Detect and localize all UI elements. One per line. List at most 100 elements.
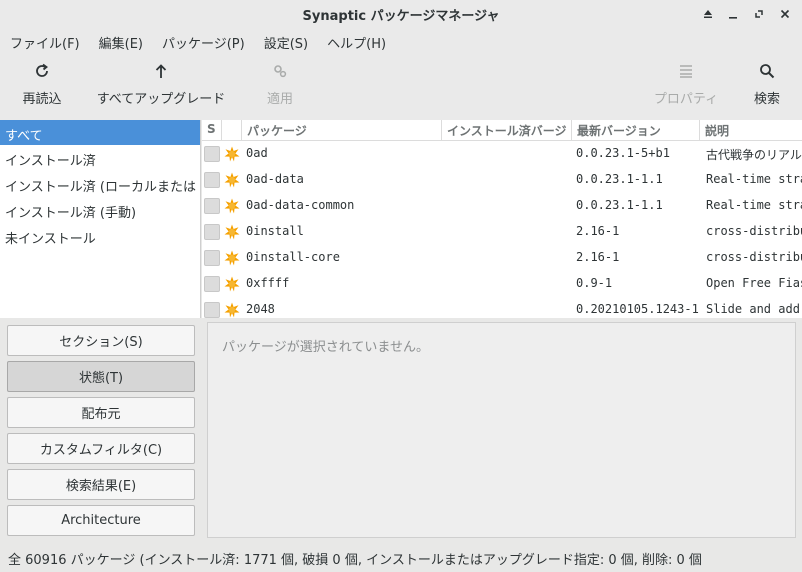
- filter-list: すべて インストール済 インストール済 (ローカルまたは インストール済 (手動…: [0, 120, 201, 318]
- menu-edit[interactable]: 編集(E): [89, 28, 152, 54]
- close-icon[interactable]: [774, 4, 796, 24]
- new-package-star-icon: [224, 198, 240, 214]
- properties-label: プロパティ: [653, 92, 719, 107]
- table-body: 0ad 0.0.23.1-5+b1 古代戦争のリアル 0ad-data 0.0.23.1…: [202, 141, 802, 318]
- installed-version: [446, 245, 572, 271]
- package-description: Open Free Fias: [706, 276, 802, 290]
- table-row[interactable]: 0ad-data 0.0.23.1-1.1 Real-time stra: [202, 167, 802, 193]
- installed-version: [446, 193, 572, 219]
- column-s[interactable]: S: [202, 120, 222, 141]
- search-icon: [748, 54, 786, 88]
- package-name: 0install: [246, 224, 304, 238]
- latest-version: 0.20210105.1243-1: [576, 302, 699, 316]
- table-row[interactable]: 0ad 0.0.23.1-5+b1 古代戦争のリアル: [202, 141, 802, 167]
- sections-button[interactable]: セクション(S): [7, 325, 195, 356]
- latest-version: 0.9-1: [576, 276, 613, 290]
- filter-all[interactable]: すべて: [0, 120, 200, 145]
- status-bar: 全 60916 パッケージ (インストール済: 1771 個, 破損 0 個, …: [8, 553, 702, 568]
- package-description: Real-time stra: [706, 198, 802, 212]
- table-row[interactable]: 0xffff 0.9-1 Open Free Fias: [202, 271, 802, 297]
- properties-button[interactable]: プロパティ: [650, 54, 722, 120]
- restore-icon[interactable]: [748, 4, 770, 24]
- package-description: 古代戦争のリアル: [706, 148, 802, 162]
- column-latest-version[interactable]: 最新バージョン: [572, 120, 700, 141]
- package-checkbox[interactable]: [204, 172, 220, 188]
- package-description: cross-distribu: [706, 224, 802, 238]
- package-checkbox[interactable]: [204, 250, 220, 266]
- eject-icon[interactable]: [697, 4, 719, 24]
- upgrade-icon: [92, 54, 230, 88]
- filter-not-installed[interactable]: 未インストール: [0, 223, 200, 249]
- reload-button[interactable]: 再読込: [14, 54, 70, 120]
- origin-button[interactable]: 配布元: [7, 397, 195, 428]
- package-checkbox[interactable]: [204, 224, 220, 240]
- new-package-star-icon: [224, 276, 240, 292]
- package-description: Slide and add: [706, 302, 800, 316]
- new-package-star-icon: [224, 146, 240, 162]
- menu-file[interactable]: ファイル(F): [0, 28, 89, 54]
- package-name: 2048: [246, 302, 275, 316]
- table-header: S パッケージ インストール済バージ 最新バージョン 説明: [202, 120, 802, 141]
- window-title: Synaptic パッケージマネージャ: [302, 9, 500, 24]
- installed-version: [446, 141, 572, 167]
- package-description: Real-time stra: [706, 172, 802, 186]
- package-checkbox[interactable]: [204, 276, 220, 292]
- installed-version: [446, 219, 572, 245]
- latest-version: 2.16-1: [576, 224, 620, 238]
- upgrade-all-label: すべてアップグレード: [96, 92, 226, 107]
- filter-installed-local[interactable]: インストール済 (ローカルまたは: [0, 171, 200, 197]
- column-support-icon[interactable]: [222, 120, 242, 141]
- menu-help[interactable]: ヘルプ(H): [317, 28, 395, 54]
- apply-label: 適用: [266, 92, 293, 107]
- package-checkbox[interactable]: [204, 146, 220, 162]
- apply-button[interactable]: 適用: [258, 54, 302, 120]
- package-name: 0install-core: [246, 250, 340, 264]
- package-checkbox[interactable]: [204, 198, 220, 214]
- apply-icon: [258, 54, 302, 88]
- table-row[interactable]: 0install-core 2.16-1 cross-distribu: [202, 245, 802, 271]
- title-bar: Synaptic パッケージマネージャ: [0, 0, 802, 28]
- latest-version: 2.16-1: [576, 250, 620, 264]
- architecture-button[interactable]: Architecture: [7, 505, 195, 536]
- new-package-star-icon: [224, 302, 240, 318]
- package-table: S パッケージ インストール済バージ 最新バージョン 説明 0ad 0.0.23.…: [202, 120, 802, 318]
- status-button[interactable]: 状態(T): [7, 361, 195, 392]
- search-results-button[interactable]: 検索結果(E): [7, 469, 195, 500]
- package-details-pane: パッケージが選択されていません。: [207, 322, 796, 538]
- filter-installed[interactable]: インストール済: [0, 145, 200, 171]
- minimize-icon[interactable]: [722, 4, 744, 24]
- installed-version: [446, 297, 572, 318]
- new-package-star-icon: [224, 250, 240, 266]
- column-installed-version[interactable]: インストール済バージ: [442, 120, 572, 141]
- reload-icon: [14, 54, 70, 88]
- filter-installed-manual[interactable]: インストール済 (手動): [0, 197, 200, 223]
- toolbar: 再読込 すべてアップグレード 適用 プロパティ 検索: [0, 54, 802, 120]
- latest-version: 0.0.23.1-5+b1: [576, 146, 670, 160]
- no-package-selected-message: パッケージが選択されていません。: [222, 340, 429, 355]
- latest-version: 0.0.23.1-1.1: [576, 198, 663, 212]
- search-label: 検索: [753, 92, 780, 107]
- package-description: cross-distribu: [706, 250, 802, 264]
- installed-version: [446, 167, 572, 193]
- reload-label: 再読込: [22, 92, 62, 107]
- properties-icon: [650, 54, 722, 88]
- menu-package[interactable]: パッケージ(P): [152, 28, 254, 54]
- table-row[interactable]: 0install 2.16-1 cross-distribu: [202, 219, 802, 245]
- custom-filters-button[interactable]: カスタムフィルタ(C): [7, 433, 195, 464]
- package-name: 0ad-data: [246, 172, 304, 186]
- search-button[interactable]: 検索: [748, 54, 786, 120]
- column-description[interactable]: 説明: [700, 120, 802, 141]
- installed-version: [446, 271, 572, 297]
- table-row[interactable]: 2048 0.20210105.1243-1 Slide and add: [202, 297, 802, 318]
- column-package[interactable]: パッケージ: [242, 120, 442, 141]
- table-row[interactable]: 0ad-data-common 0.0.23.1-1.1 Real-time str…: [202, 193, 802, 219]
- menu-settings[interactable]: 設定(S): [254, 28, 317, 54]
- upgrade-all-button[interactable]: すべてアップグレード: [92, 54, 230, 120]
- package-name: 0xffff: [246, 276, 290, 290]
- package-name: 0ad: [246, 146, 268, 160]
- menu-bar: ファイル(F) 編集(E) パッケージ(P) 設定(S) ヘルプ(H): [0, 28, 802, 54]
- package-checkbox[interactable]: [204, 302, 220, 318]
- latest-version: 0.0.23.1-1.1: [576, 172, 663, 186]
- new-package-star-icon: [224, 224, 240, 240]
- package-name: 0ad-data-common: [246, 198, 355, 212]
